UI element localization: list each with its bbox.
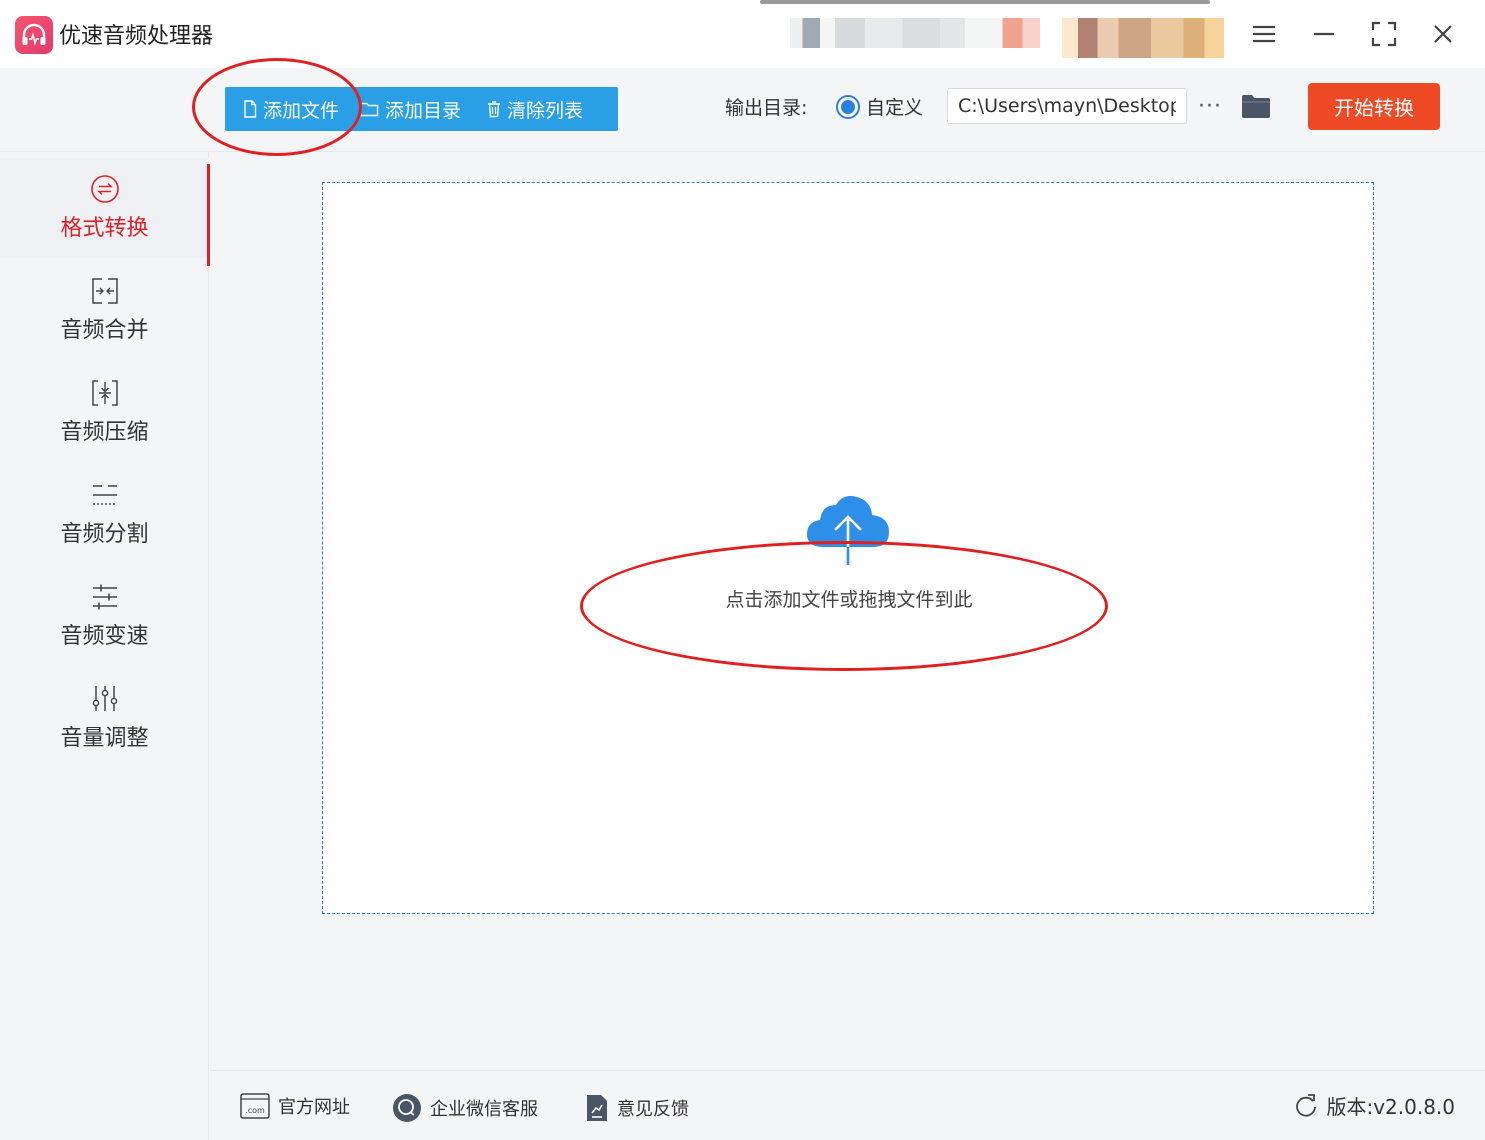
merge-icon [90,276,120,306]
file-action-group: 添加文件 添加目录 清除列表 [225,87,618,131]
sidebar-item-label: 音量调整 [60,726,149,751]
start-convert-button[interactable]: 开始转换 [1308,83,1440,130]
sidebar-item-audio-merge[interactable]: 音频合并 [0,260,209,360]
wechat-service-label: 企业微信客服 [430,1099,538,1120]
minimize-button[interactable] [1304,14,1344,54]
split-icon [90,480,120,510]
toolbar: 添加文件 添加目录 清除列表 输出目录: 自定义 ··· 开始转换 [0,68,1485,152]
feedback-label: 意见反馈 [617,1099,689,1120]
add-file-button[interactable]: 添加文件 [237,87,345,131]
clear-list-button[interactable]: 清除列表 [481,87,589,131]
sidebar-item-label: 格式转换 [60,216,149,241]
clear-list-label: 清除列表 [507,99,584,122]
add-folder-button[interactable]: 添加目录 [353,87,467,131]
more-button[interactable]: ··· [1196,88,1224,124]
version-label: 版本:v2.0.8.0 [1326,1095,1455,1119]
feedback-icon [587,1095,607,1121]
wechat-icon [393,1094,421,1122]
close-button[interactable] [1423,14,1463,54]
folder-icon [1242,95,1270,118]
custom-radio-label[interactable]: 自定义 [866,93,923,120]
format-convert-icon [90,174,120,204]
refresh-icon [1296,1093,1317,1117]
blurred-region [760,0,1210,4]
output-path-input[interactable] [947,88,1187,124]
minimize-icon [1314,32,1334,36]
drop-hint-text: 点击添加文件或拖拽文件到此 [725,589,973,611]
hamburger-menu-icon [1253,25,1275,43]
maximize-button[interactable] [1364,14,1404,54]
output-dir-label: 输出目录: [725,97,808,119]
app-title: 优速音频处理器 [59,24,214,49]
sidebar-item-format-convert[interactable]: 格式转换 [0,158,210,266]
trash-icon [488,101,501,118]
sidebar: 格式转换 音频合并 音频压缩 音频分割 音频变速 音量调整 [0,152,210,1140]
close-icon [1434,25,1452,43]
wechat-service-link[interactable]: 企业微信客服 [392,1093,538,1123]
sidebar-item-audio-split[interactable]: 音频分割 [0,464,209,564]
feedback-link[interactable]: 意见反馈 [585,1093,689,1123]
sidebar-item-label: 音频变速 [60,624,149,649]
folder-outline-icon [359,102,379,117]
fullscreen-icon [1371,21,1397,47]
blurred-account-info [790,18,1040,48]
svg-text:.com: .com [245,1106,265,1115]
file-icon [244,100,257,118]
file-drop-zone[interactable]: 点击添加文件或拖拽文件到此 [322,182,1374,914]
title-bar: 优速音频处理器 [0,0,1485,68]
version-info[interactable]: 版本:v2.0.8.0 [1294,1091,1455,1120]
sidebar-item-label: 音频分割 [60,522,149,547]
blurred-avatar [1062,18,1224,58]
website-link[interactable]: .com 官方网址 [240,1093,350,1119]
volume-adjust-icon [90,684,120,714]
sidebar-item-volume-adjust[interactable]: 音量调整 [0,668,209,768]
website-icon: .com [240,1093,270,1119]
sidebar-item-audio-speed[interactable]: 音频变速 [0,566,209,666]
cloud-upload-icon [807,496,889,565]
open-folder-button[interactable] [1238,90,1274,122]
sidebar-item-label: 音频合并 [60,318,149,343]
app-logo-icon [15,16,53,54]
add-file-label: 添加文件 [263,99,340,122]
menu-button[interactable] [1244,14,1284,54]
add-folder-label: 添加目录 [385,99,462,122]
sidebar-item-label: 音频压缩 [60,420,149,445]
website-label: 官方网址 [278,1097,350,1118]
custom-radio[interactable] [836,95,860,119]
compress-icon [90,378,120,408]
footer: .com 官方网址 企业微信客服 意见反馈 版本:v2.0.8.0 [210,1070,1485,1140]
speed-icon [90,582,120,612]
sidebar-item-audio-compress[interactable]: 音频压缩 [0,362,209,462]
